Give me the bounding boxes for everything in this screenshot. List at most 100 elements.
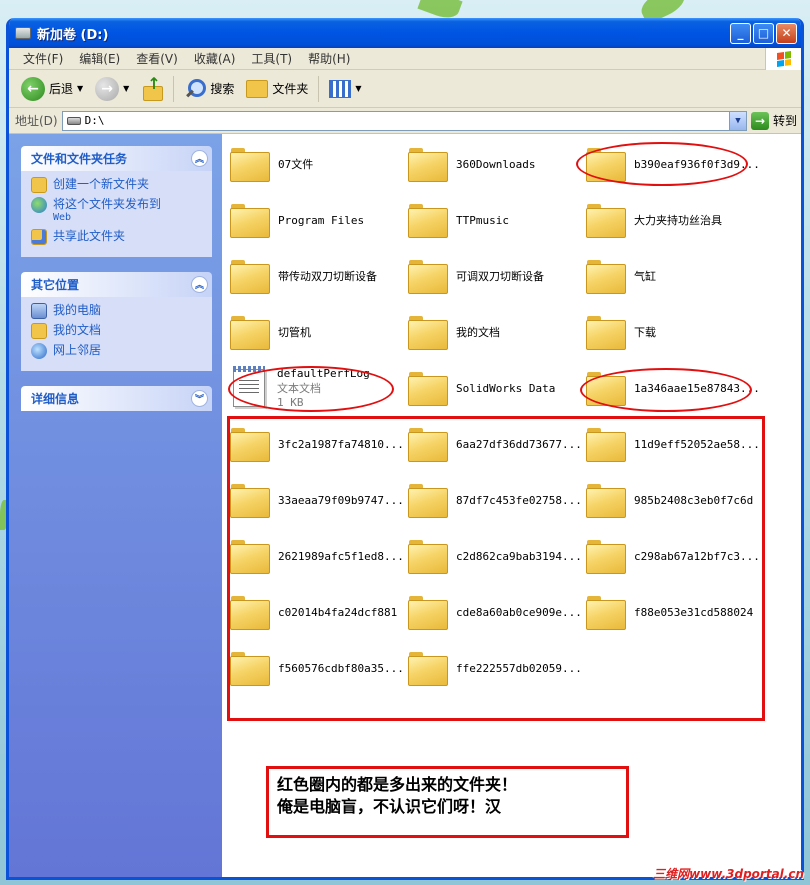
details-header[interactable]: 详细信息 ︾ bbox=[21, 386, 212, 411]
close-button[interactable]: ✕ bbox=[776, 22, 797, 44]
menu-view[interactable]: 查看(V) bbox=[128, 50, 186, 67]
folder-icon bbox=[230, 428, 270, 462]
file-tasks-header[interactable]: 文件和文件夹任务 ︽ bbox=[21, 146, 212, 171]
address-value[interactable]: D:\ bbox=[85, 114, 729, 127]
folder-icon bbox=[586, 260, 626, 294]
place-my-computer[interactable]: 我的电脑 bbox=[31, 303, 204, 319]
folder-item[interactable]: 下载 bbox=[586, 306, 764, 358]
go-button[interactable]: → 转到 bbox=[750, 111, 797, 130]
folder-item[interactable]: f560576cdbf80a35... bbox=[230, 642, 408, 694]
details-panel: 详细信息 ︾ bbox=[21, 386, 212, 411]
task-publish-web[interactable]: 将这个文件夹发布到 Web bbox=[31, 197, 204, 225]
folder-icon bbox=[586, 484, 626, 518]
folder-item[interactable]: 气缸 bbox=[586, 250, 764, 302]
folder-item[interactable]: 2621989afc5f1ed8... bbox=[230, 530, 408, 582]
folder-item[interactable]: SolidWorks Data bbox=[408, 362, 586, 414]
folder-item[interactable]: c02014b4fa24dcf881 bbox=[230, 586, 408, 638]
folder-icon bbox=[586, 540, 626, 574]
folder-icon bbox=[408, 428, 448, 462]
search-button[interactable]: 搜索 bbox=[178, 74, 240, 104]
folder-item[interactable]: f88e053e31cd588024 bbox=[586, 586, 764, 638]
folder-item[interactable]: c298ab67a12bf7c3... bbox=[586, 530, 764, 582]
views-icon bbox=[329, 79, 352, 98]
address-dropdown-button[interactable]: ▼ bbox=[728, 111, 746, 130]
task-share-folder[interactable]: 共享此文件夹 bbox=[31, 229, 204, 245]
folder-up-icon bbox=[141, 74, 164, 101]
folder-item[interactable]: 切管机 bbox=[230, 306, 408, 358]
back-button[interactable]: ← 后退 ▼ bbox=[15, 74, 89, 104]
folder-icon bbox=[408, 484, 448, 518]
folder-item[interactable]: 可调双刀切断设备 bbox=[408, 250, 586, 302]
folders-button[interactable]: 文件夹 bbox=[240, 74, 314, 104]
menu-edit[interactable]: 编辑(E) bbox=[71, 50, 128, 67]
folder-item[interactable]: TTPmusic bbox=[408, 194, 586, 246]
folder-icon bbox=[586, 316, 626, 350]
folder-item[interactable]: cde8a60ab0ce909e... bbox=[408, 586, 586, 638]
address-label: 地址(D) bbox=[15, 114, 58, 128]
chevron-down-icon[interactable]: ▼ bbox=[355, 84, 361, 93]
folder-item[interactable]: 带传动双刀切断设备 bbox=[230, 250, 408, 302]
folder-icon bbox=[408, 204, 448, 238]
folder-item[interactable]: 985b2408c3eb0f7c6d bbox=[586, 474, 764, 526]
folder-item[interactable]: 07文件 bbox=[230, 138, 408, 190]
task-new-folder[interactable]: 创建一个新文件夹 bbox=[31, 177, 204, 193]
text-document-icon bbox=[233, 366, 265, 407]
folder-item[interactable]: Program Files bbox=[230, 194, 408, 246]
folder-item[interactable]: 大力夹持功丝治具 bbox=[586, 194, 764, 246]
folder-icon bbox=[230, 260, 270, 294]
place-network[interactable]: 网上邻居 bbox=[31, 343, 204, 359]
drive-icon bbox=[66, 116, 81, 125]
folder-item[interactable]: ffe222557db02059... bbox=[408, 642, 586, 694]
chevron-down-icon[interactable]: ▼ bbox=[77, 84, 83, 93]
folder-item[interactable]: 360Downloads bbox=[408, 138, 586, 190]
folder-icon bbox=[586, 148, 626, 182]
folder-item[interactable]: b390eaf936f0f3d9... bbox=[586, 138, 764, 190]
window-title: 新加卷 (D:) bbox=[37, 27, 109, 43]
maximize-button[interactable]: □ bbox=[753, 22, 774, 44]
address-bar: 地址(D) D:\ ▼ → 转到 bbox=[9, 108, 801, 134]
folder-icon bbox=[586, 372, 626, 406]
up-button[interactable] bbox=[135, 74, 169, 104]
menu-file[interactable]: 文件(F) bbox=[15, 50, 71, 67]
folder-icon bbox=[408, 596, 448, 630]
folder-item[interactable]: 我的文档 bbox=[408, 306, 586, 358]
folder-item[interactable]: 11d9eff52052ae58... bbox=[586, 418, 764, 470]
folder-icon bbox=[586, 428, 626, 462]
minimize-button[interactable]: _ bbox=[730, 22, 751, 44]
folder-item[interactable]: 1a346aae15e87843... bbox=[586, 362, 764, 414]
folder-icon bbox=[230, 484, 270, 518]
publish-web-icon bbox=[31, 197, 47, 213]
text-file-item[interactable]: defaultPerfLog 文本文档 1 KB bbox=[230, 362, 408, 414]
menu-tools[interactable]: 工具(T) bbox=[243, 50, 300, 67]
other-places-header[interactable]: 其它位置 ︽ bbox=[21, 272, 212, 297]
folder-item[interactable]: 3fc2a1987fa74810... bbox=[230, 418, 408, 470]
folder-item[interactable]: c2d862ca9bab3194... bbox=[408, 530, 586, 582]
collapse-icon[interactable]: ︽ bbox=[191, 276, 208, 293]
folder-item[interactable]: 33aeaa79f09b9747... bbox=[230, 474, 408, 526]
place-my-documents[interactable]: 我的文档 bbox=[31, 323, 204, 339]
folder-icon bbox=[408, 316, 448, 350]
menu-favorites[interactable]: 收藏(A) bbox=[186, 50, 244, 67]
folder-item[interactable]: 6aa27df36dd73677... bbox=[408, 418, 586, 470]
address-field[interactable]: D:\ ▼ bbox=[61, 110, 747, 131]
new-folder-icon bbox=[31, 177, 47, 193]
expand-icon[interactable]: ︾ bbox=[191, 390, 208, 407]
other-places-panel: 其它位置 ︽ 我的电脑 我的文档 网上邻居 bbox=[21, 272, 212, 371]
views-button[interactable]: ▼ bbox=[323, 74, 367, 104]
folder-icon bbox=[408, 372, 448, 406]
collapse-icon[interactable]: ︽ bbox=[191, 150, 208, 167]
menu-help[interactable]: 帮助(H) bbox=[300, 50, 358, 67]
folder-icon bbox=[230, 316, 270, 350]
drive-icon bbox=[15, 27, 31, 39]
share-folder-icon bbox=[31, 229, 47, 245]
network-places-icon bbox=[31, 343, 47, 359]
folder-icon bbox=[230, 596, 270, 630]
folder-icon bbox=[408, 148, 448, 182]
forward-button[interactable]: → ▼ bbox=[89, 74, 135, 104]
toolbar-separator bbox=[173, 75, 175, 102]
folder-item[interactable]: 87df7c453fe02758... bbox=[408, 474, 586, 526]
title-bar[interactable]: 新加卷 (D:) _ □ ✕ bbox=[9, 18, 801, 48]
forward-arrow-icon: → bbox=[95, 76, 120, 101]
chevron-down-icon[interactable]: ▼ bbox=[123, 84, 129, 93]
folder-icon bbox=[586, 596, 626, 630]
